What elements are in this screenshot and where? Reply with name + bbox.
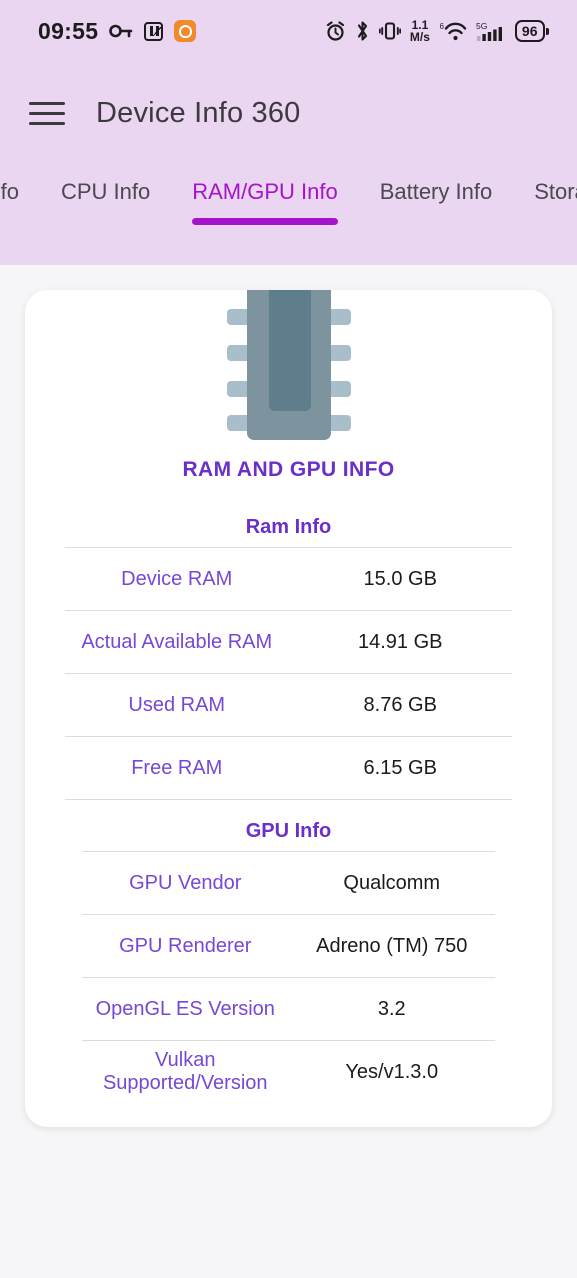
nfc-icon <box>144 21 164 41</box>
alarm-icon <box>326 20 345 41</box>
section-heading-ram: Ram Info <box>245 516 332 538</box>
table-row: OpenGL ES Version 3.2 <box>82 977 495 1040</box>
tab-battery-info[interactable]: Battery Info <box>380 165 493 205</box>
row-label: OpenGL ES Version <box>95 997 275 1020</box>
svg-text:6: 6 <box>439 22 444 31</box>
table-row: Device RAM 15.0 GB <box>65 547 512 610</box>
tab-active-indicator <box>192 218 338 225</box>
tab-label: RAM/GPU Info <box>192 179 338 204</box>
row-value: 6.15 GB <box>363 756 437 779</box>
status-bar-left: 09:55 <box>38 17 197 45</box>
table-row: GPU Vendor Qualcomm <box>82 851 495 914</box>
row-value: Adreno (TM) 750 <box>316 934 468 957</box>
status-bar: 09:55 1.1 M/s 6 5G 96 <box>0 0 577 62</box>
table-row: Vulkan Supported/Version Yes/v1.3.0 <box>82 1040 495 1103</box>
tab-label: Stora <box>534 179 577 204</box>
status-bar-right: 1.1 M/s 6 5G 96 <box>325 19 549 43</box>
section-heading-gpu: GPU Info <box>245 820 332 842</box>
row-value: Qualcomm <box>343 871 441 894</box>
tab-device-info[interactable]: ice Info <box>0 165 19 205</box>
tab-label: Battery Info <box>379 179 493 204</box>
tab-label: ice Info <box>0 179 19 204</box>
battery-percent: 96 <box>514 19 545 43</box>
card-title: RAM AND GPU INFO <box>182 458 395 481</box>
row-value: 14.91 GB <box>357 630 443 653</box>
card-icon-area <box>25 290 552 440</box>
ram-gpu-info-card: RAM AND GPU INFO Ram Info Device RAM 15.… <box>25 290 552 1127</box>
ram-info-table: Device RAM 15.0 GB Actual Available RAM … <box>25 547 552 800</box>
row-label: Device RAM <box>121 567 233 590</box>
tab-storage-info[interactable]: Stora <box>534 165 577 205</box>
key-icon <box>109 24 133 38</box>
row-label: GPU Renderer <box>119 934 252 957</box>
wifi-icon: 6 <box>439 22 467 41</box>
page-content: RAM AND GPU INFO Ram Info Device RAM 15.… <box>0 265 577 1278</box>
tab-label: CPU Info <box>60 179 151 204</box>
row-label: Used RAM <box>128 693 226 716</box>
tab-ram-gpu-info[interactable]: RAM/GPU Info <box>192 165 338 225</box>
page-title: Device Info 360 <box>96 97 301 129</box>
row-value: 8.76 GB <box>363 693 437 716</box>
row-label: Actual Available RAM <box>81 630 273 653</box>
status-bar-clock: 09:55 <box>38 17 99 44</box>
signal-icon: 5G <box>476 21 502 41</box>
hamburger-menu-icon[interactable] <box>28 100 66 128</box>
vibrate-icon <box>378 22 401 40</box>
network-speed-unit: M/s <box>409 30 430 44</box>
row-value: 3.2 <box>377 997 406 1020</box>
row-label: Free RAM <box>131 756 223 779</box>
battery-icon: 96 <box>514 19 549 43</box>
table-row: Actual Available RAM 14.91 GB <box>65 610 512 673</box>
table-row: Used RAM 8.76 GB <box>65 673 512 736</box>
app-bar: Device Info 360 <box>0 62 577 165</box>
table-row: GPU Renderer Adreno (TM) 750 <box>82 914 495 977</box>
svg-text:5G: 5G <box>476 21 487 31</box>
row-label: Vulkan Supported/Version <box>102 1049 268 1094</box>
tab-cpu-info[interactable]: CPU Info <box>61 165 150 205</box>
table-row: Free RAM 6.15 GB <box>65 736 512 799</box>
bluetooth-icon <box>357 21 367 41</box>
row-value: Yes/v1.3.0 <box>345 1060 439 1083</box>
row-label: GPU Vendor <box>129 871 242 894</box>
tab-bar[interactable]: ice Info CPU Info RAM/GPU Info Battery I… <box>0 165 577 265</box>
battery-cap <box>546 27 549 35</box>
memory-chip-icon <box>226 290 351 440</box>
row-value: 15.0 GB <box>363 567 437 590</box>
gpu-info-table: GPU Vendor Qualcomm GPU Renderer Adreno … <box>25 851 552 1103</box>
network-speed: 1.1 M/s <box>409 19 430 44</box>
security-shield-icon <box>174 20 197 42</box>
table-bottom-divider <box>65 799 512 800</box>
